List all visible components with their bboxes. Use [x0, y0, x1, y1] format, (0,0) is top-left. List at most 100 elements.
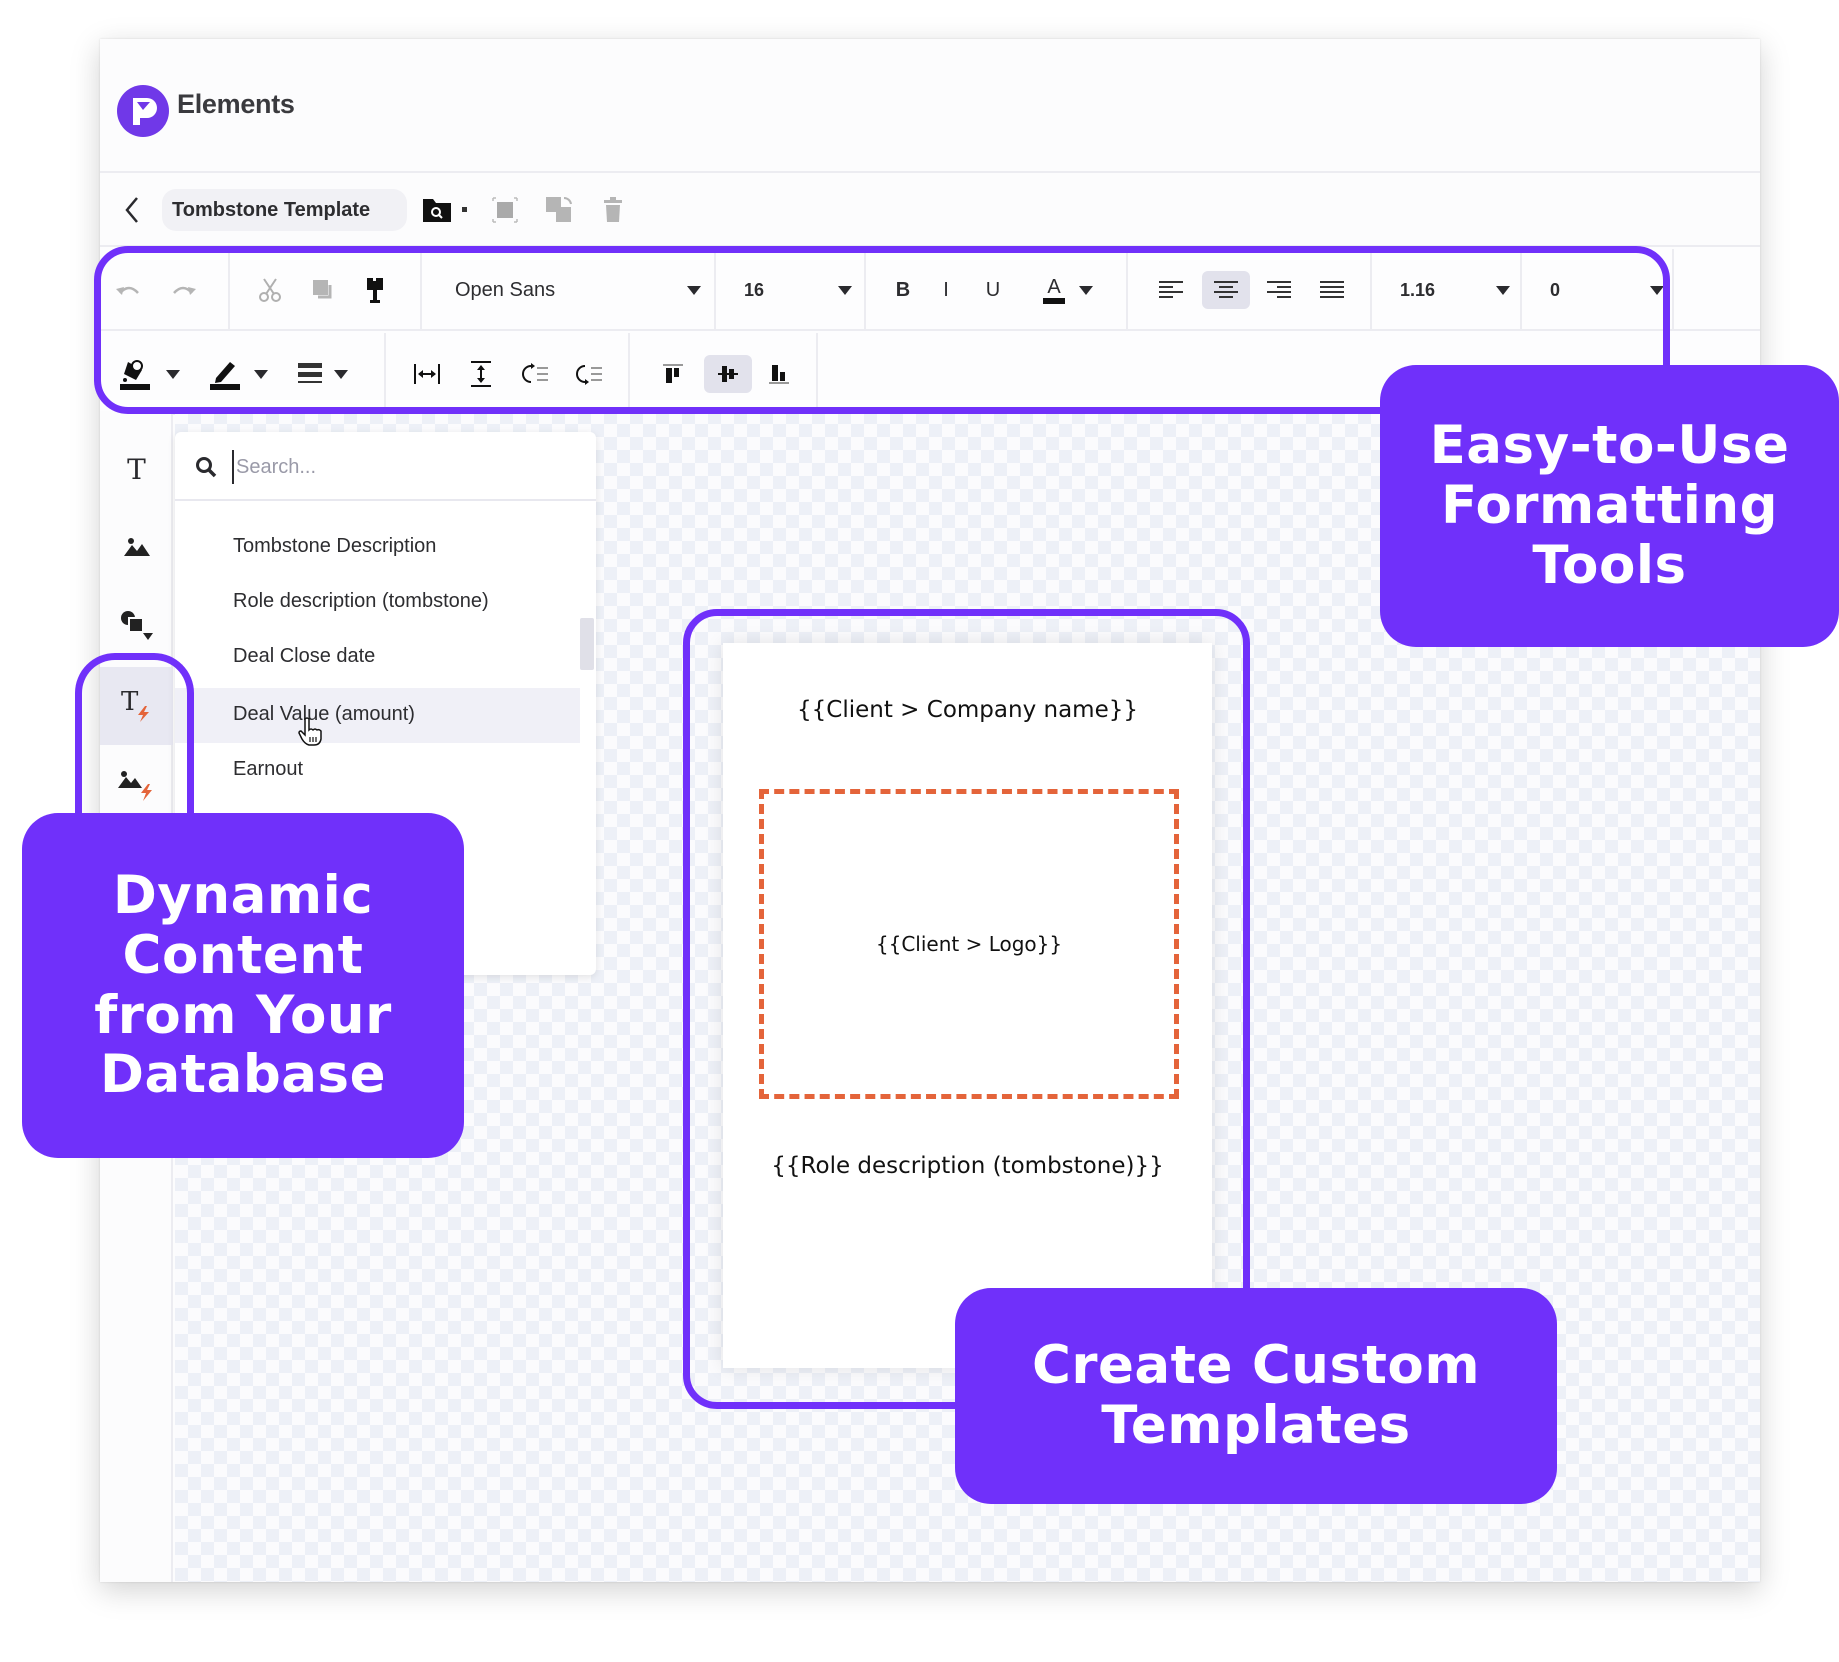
toolbar-separator	[384, 333, 386, 415]
brand-logo-icon	[117, 85, 169, 137]
scrollbar[interactable]	[580, 618, 594, 670]
role-description-field[interactable]: {{Role description (tombstone)}}	[723, 1153, 1212, 1179]
fit-width-icon	[414, 364, 440, 384]
align-center-button[interactable]	[1202, 271, 1250, 309]
sidebar-item-text[interactable]: T	[100, 431, 173, 507]
folder-search-button[interactable]	[422, 195, 452, 225]
undo-button[interactable]	[114, 271, 144, 309]
duplicate-button[interactable]	[544, 195, 574, 225]
list-item[interactable]: Role description (tombstone)	[175, 575, 580, 630]
hand-pointer-cursor-icon	[298, 717, 322, 746]
template-card[interactable]: {{Client > Company name}} {{Client > Log…	[723, 643, 1212, 1368]
list-item[interactable]: Earnout	[175, 743, 580, 798]
chevron-down-icon	[1078, 285, 1093, 295]
select-frame-button[interactable]	[490, 195, 520, 225]
fit-height-icon	[471, 361, 491, 387]
toolbar-separator	[1672, 249, 1674, 331]
rotate-left-button[interactable]	[518, 355, 552, 393]
list-item[interactable]: Tombstone Description	[175, 520, 580, 575]
toolbar-separator	[228, 249, 230, 331]
valign-middle-button[interactable]	[704, 355, 752, 393]
redo-icon	[173, 286, 196, 295]
text-color-icon: A	[1043, 276, 1065, 304]
toolbar-separator	[1126, 249, 1128, 331]
undo-icon	[116, 286, 139, 295]
sidebar-item-dynamic-text[interactable]: T	[100, 667, 173, 745]
font-size-select[interactable]: 16	[740, 271, 860, 309]
valign-top-button[interactable]	[656, 355, 690, 393]
font-family-select[interactable]: Open Sans	[445, 271, 715, 309]
dynamic-image-icon	[117, 771, 152, 801]
fit-height-button[interactable]	[464, 355, 498, 393]
app-header: Elements	[100, 39, 1760, 173]
align-right-button[interactable]	[1260, 271, 1298, 309]
align-left-icon	[1159, 281, 1183, 298]
text-icon: T	[127, 452, 146, 486]
align-justify-button[interactable]	[1313, 271, 1351, 309]
letter-spacing-select[interactable]: 0	[1546, 271, 1672, 309]
align-justify-icon	[1320, 281, 1344, 298]
chevron-down-icon	[254, 369, 268, 379]
align-right-icon	[1267, 281, 1291, 298]
copy-style-button[interactable]	[308, 271, 338, 309]
chevron-down-icon	[1650, 285, 1664, 295]
list-item-hovered[interactable]: Deal Value (amount)	[175, 688, 580, 743]
line-height-select[interactable]: 1.16	[1398, 271, 1518, 309]
callout-custom-templates: Create Custom Templates	[955, 1288, 1557, 1504]
format-painter-icon	[367, 278, 383, 303]
image-icon	[123, 538, 150, 556]
toolbar-separator	[1370, 249, 1372, 331]
sidebar-item-image[interactable]	[100, 509, 173, 585]
valign-bottom-button[interactable]	[762, 355, 796, 393]
chevron-down-icon	[687, 285, 701, 295]
copy-icon	[313, 280, 332, 299]
dynamic-text-icon: T	[121, 688, 149, 722]
font-family-value: Open Sans	[455, 278, 556, 301]
border-color-button[interactable]	[210, 355, 268, 393]
valign-top-icon	[663, 364, 683, 383]
cut-button[interactable]	[255, 271, 285, 309]
underline-button[interactable]: U	[980, 271, 1006, 309]
back-chevron-icon	[125, 197, 138, 223]
company-name-field[interactable]: {{Client > Company name}}	[723, 697, 1212, 723]
back-button[interactable]	[120, 193, 144, 227]
italic-button[interactable]: I	[936, 271, 956, 309]
toolbar-separator	[864, 249, 866, 331]
fill-color-button[interactable]	[120, 355, 180, 393]
svg-text:T: T	[121, 688, 139, 717]
chevron-down-icon	[334, 369, 348, 379]
paint-bucket-icon	[120, 360, 150, 390]
toolbar-separator	[420, 249, 422, 331]
border-style-button[interactable]	[298, 355, 348, 393]
pencil-icon	[210, 362, 240, 390]
search-row	[175, 432, 596, 501]
duplicate-icon	[546, 196, 572, 222]
toolbar-separator	[628, 333, 630, 415]
sidebar-item-shapes[interactable]	[100, 587, 173, 663]
app-title: Elements	[177, 89, 295, 119]
format-painter-button[interactable]	[360, 271, 390, 309]
fit-width-button[interactable]	[410, 355, 444, 393]
document-name[interactable]: Tombstone Template	[162, 189, 407, 231]
delete-button[interactable]	[598, 195, 628, 225]
select-frame-icon	[492, 197, 518, 223]
search-input[interactable]	[232, 450, 562, 484]
bold-button[interactable]: B	[890, 271, 916, 309]
rotate-right-button[interactable]	[572, 355, 606, 393]
valign-middle-icon	[718, 366, 738, 382]
folder-search-icon	[423, 199, 451, 222]
document-bar: Tombstone Template	[100, 175, 1760, 245]
toolbar-row-1: Open Sans 16 B I U A 1.16 0	[100, 249, 1760, 331]
logo-placeholder[interactable]: {{Client > Logo}}	[759, 789, 1179, 1099]
list-item[interactable]: Deal Close date	[175, 630, 580, 685]
chevron-down-icon	[1496, 285, 1510, 295]
rotate-right-icon	[576, 365, 602, 385]
text-color-button[interactable]: A	[1032, 271, 1104, 309]
align-center-icon	[1214, 281, 1238, 298]
letter-spacing-value: 0	[1550, 279, 1561, 300]
redo-button[interactable]	[168, 271, 198, 309]
align-left-button[interactable]	[1152, 271, 1190, 309]
line-height-value: 1.16	[1400, 279, 1436, 300]
chevron-down-icon	[166, 369, 180, 379]
font-size-value: 16	[744, 279, 765, 300]
